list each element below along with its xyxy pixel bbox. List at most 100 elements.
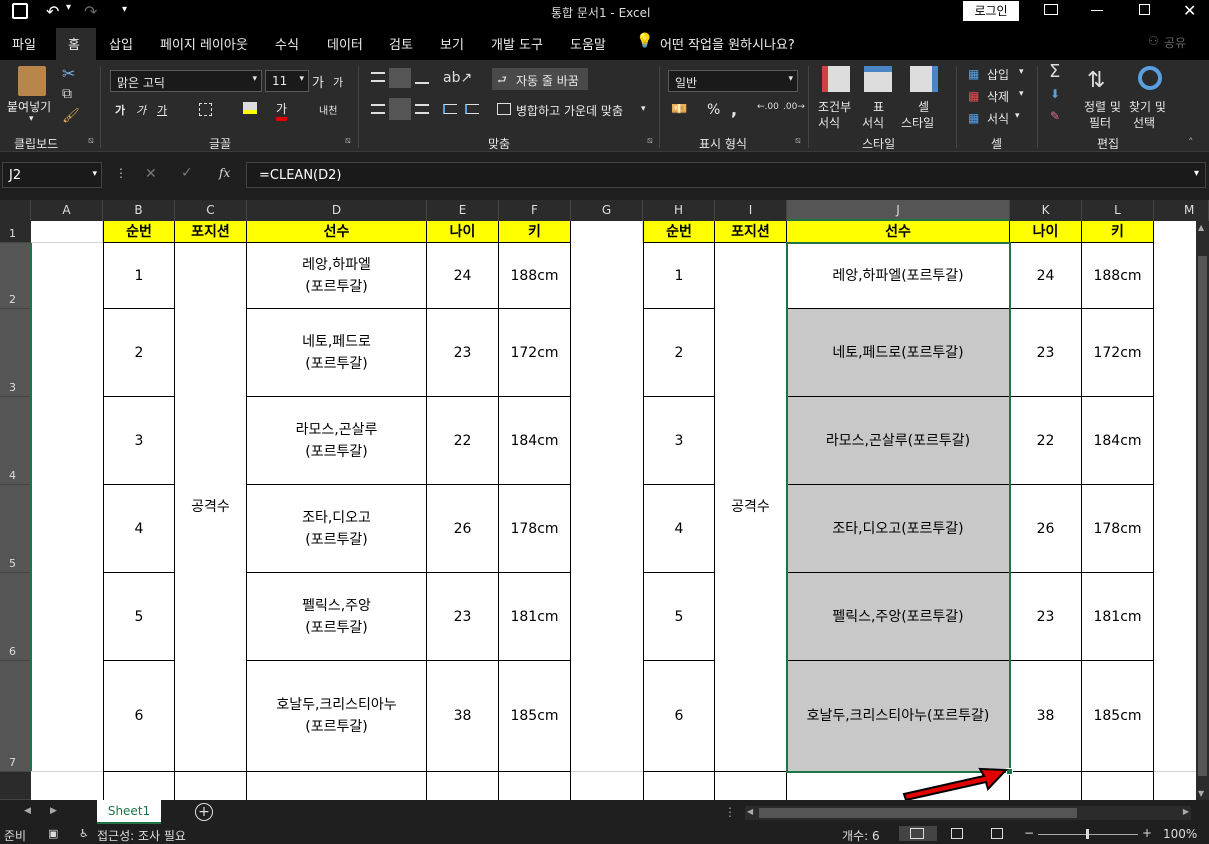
tab-view[interactable]: 보기 (440, 34, 464, 53)
table-row-cell[interactable]: 185cm (499, 661, 571, 772)
underline-button[interactable]: 가 (157, 102, 167, 118)
zoom-level[interactable]: 100% (1163, 827, 1197, 841)
format-dropdown-icon[interactable]: ▾ (1015, 111, 1020, 121)
col-header-d[interactable]: D (247, 200, 427, 221)
merge-icon[interactable] (497, 103, 511, 115)
selected-cell[interactable]: 네토,페드로(포르투갈) (787, 309, 1010, 397)
delete-cells-icon[interactable]: ▦ (968, 89, 979, 103)
page-layout-view-icon[interactable] (951, 828, 963, 839)
comma-button[interactable]: , (731, 100, 737, 119)
macro-record-icon[interactable]: ▣ (48, 827, 58, 840)
left-header-height[interactable]: 키 (499, 221, 571, 243)
split-handle-icon[interactable]: ⋮ (724, 805, 736, 819)
clipboard-launcher-icon[interactable]: ⧅ (88, 136, 94, 146)
tab-help[interactable]: 도움말 (570, 34, 606, 53)
select-all-corner[interactable] (0, 200, 31, 221)
table-row-cell[interactable]: 188cm (499, 243, 571, 309)
horizontal-scrollbar[interactable]: ◀ ▶ (745, 806, 1191, 820)
share-icon[interactable]: ⚇ (1148, 34, 1159, 48)
table-row-cell[interactable]: 5 (103, 573, 175, 661)
copy-icon[interactable]: ⧉ (62, 86, 72, 102)
sort-filter-icon[interactable]: ⇅ (1087, 68, 1105, 93)
number-launcher-icon[interactable]: ⧅ (795, 136, 801, 146)
table-row-cell[interactable]: 24 (427, 243, 499, 309)
clear-icon[interactable]: ✎ (1050, 109, 1060, 123)
borders-icon[interactable] (199, 103, 212, 116)
cancel-icon[interactable]: ✕ (145, 166, 157, 182)
zoom-in-icon[interactable]: + (1142, 826, 1152, 840)
redo-icon[interactable]: ↷ (84, 2, 97, 21)
table-row-cell[interactable]: 조타,디오고 (포르투갈) (247, 485, 427, 573)
table-row-cell[interactable]: 188cm (1082, 243, 1154, 309)
selected-cell[interactable]: 라모스,곤살루(포르투갈) (787, 397, 1010, 485)
left-position-merged[interactable]: 공격수 (175, 243, 247, 772)
selected-cell[interactable]: 펠릭스,주앙(포르투갈) (787, 573, 1010, 661)
sheet-tab-sheet1[interactable]: Sheet1 (97, 800, 161, 824)
font-launcher-icon[interactable]: ⧅ (345, 136, 351, 146)
font-name-select[interactable]: 맑은 고딕 ▾ (110, 70, 262, 92)
font-color-button[interactable]: 가 (276, 100, 288, 121)
align-left-icon[interactable] (371, 104, 385, 114)
save-icon[interactable] (12, 3, 28, 19)
right-header-height[interactable]: 키 (1082, 221, 1154, 243)
percent-button[interactable]: % (707, 102, 720, 118)
merge-dropdown-icon[interactable]: ▾ (641, 104, 646, 114)
table-row-cell[interactable]: 181cm (1082, 573, 1154, 661)
table-row-cell[interactable]: 23 (427, 309, 499, 397)
right-header-no[interactable]: 순번 (643, 221, 715, 243)
left-header-age[interactable]: 나이 (427, 221, 499, 243)
table-row-cell[interactable]: 네토,페드로 (포르투갈) (247, 309, 427, 397)
col-header-l[interactable]: L (1082, 200, 1154, 221)
col-header-g[interactable]: G (571, 200, 643, 221)
table-row-cell[interactable]: 185cm (1082, 661, 1154, 772)
delete-dropdown-icon[interactable]: ▾ (1019, 89, 1024, 99)
insert-cells-button[interactable]: 삽입 (987, 66, 1009, 83)
format-cells-button[interactable]: 서식 (987, 110, 1009, 127)
align-top-icon[interactable] (371, 72, 385, 82)
fill-color-icon[interactable] (243, 102, 257, 114)
accessibility-status[interactable]: 접근성: 조사 필요 (97, 827, 186, 844)
zoom-slider-thumb[interactable] (1086, 829, 1089, 839)
insert-dropdown-icon[interactable]: ▾ (1019, 67, 1024, 77)
align-right-icon[interactable] (415, 104, 429, 114)
table-row-cell[interactable] (103, 772, 175, 800)
row-header-6[interactable]: 6 (0, 573, 31, 661)
vertical-scrollbar[interactable]: ▲ ▼ (1196, 221, 1209, 800)
conditional-formatting-icon[interactable] (822, 66, 850, 92)
row-header-2[interactable]: 2 (0, 243, 31, 309)
format-painter-icon[interactable]: 🖌 (62, 108, 80, 124)
table-row-cell[interactable] (1010, 772, 1082, 800)
table-row-cell[interactable]: 22 (427, 397, 499, 485)
decrease-indent-icon[interactable] (443, 104, 457, 114)
conditional-formatting-line1[interactable]: 조건부 (818, 98, 851, 115)
selected-cell[interactable]: 조타,디오고(포르투갈) (787, 485, 1010, 573)
table-row-cell[interactable]: 23 (1010, 573, 1082, 661)
insert-cells-icon[interactable]: ▦ (968, 67, 979, 81)
table-row-cell[interactable] (175, 772, 247, 800)
decrease-decimal-icon[interactable]: .00→ (783, 102, 805, 112)
formula-bar-options-icon[interactable]: ⋮ (115, 166, 127, 180)
row-header-8[interactable] (0, 772, 31, 800)
tab-home[interactable]: 홈 (68, 34, 80, 53)
grow-font-button[interactable]: 가 (312, 72, 324, 91)
tab-insert[interactable]: 삽입 (109, 34, 133, 53)
tab-file[interactable]: 파일 (12, 34, 36, 53)
currency-icon[interactable]: 💴 (671, 102, 687, 117)
tab-page-layout[interactable]: 페이지 레이아웃 (160, 34, 248, 53)
table-row-cell[interactable]: 26 (1010, 485, 1082, 573)
phonetic-button[interactable]: 내천 (319, 102, 337, 117)
table-row-cell[interactable]: 2 (103, 309, 175, 397)
ribbon-display-icon[interactable] (1044, 4, 1058, 15)
col-header-a[interactable]: A (31, 200, 103, 221)
tab-data[interactable]: 데이터 (327, 34, 363, 53)
table-row-cell[interactable]: 호날두,크리스티아누 (포르투갈) (247, 661, 427, 772)
zoom-out-icon[interactable]: − (1024, 826, 1034, 840)
insert-function-icon[interactable]: fx (219, 166, 230, 180)
formula-input[interactable]: =CLEAN(D2) ▾ (246, 162, 1206, 188)
conditional-formatting-line2[interactable]: 서식 (818, 114, 840, 131)
table-row-cell[interactable]: 라모스,곤살루 (포르투갈) (247, 397, 427, 485)
col-header-m[interactable]: M (1154, 200, 1209, 221)
share-button[interactable]: 공유 (1164, 34, 1186, 51)
increase-decimal-icon[interactable]: ←.00 (757, 102, 779, 112)
row-header-1[interactable]: 1 (0, 221, 31, 243)
